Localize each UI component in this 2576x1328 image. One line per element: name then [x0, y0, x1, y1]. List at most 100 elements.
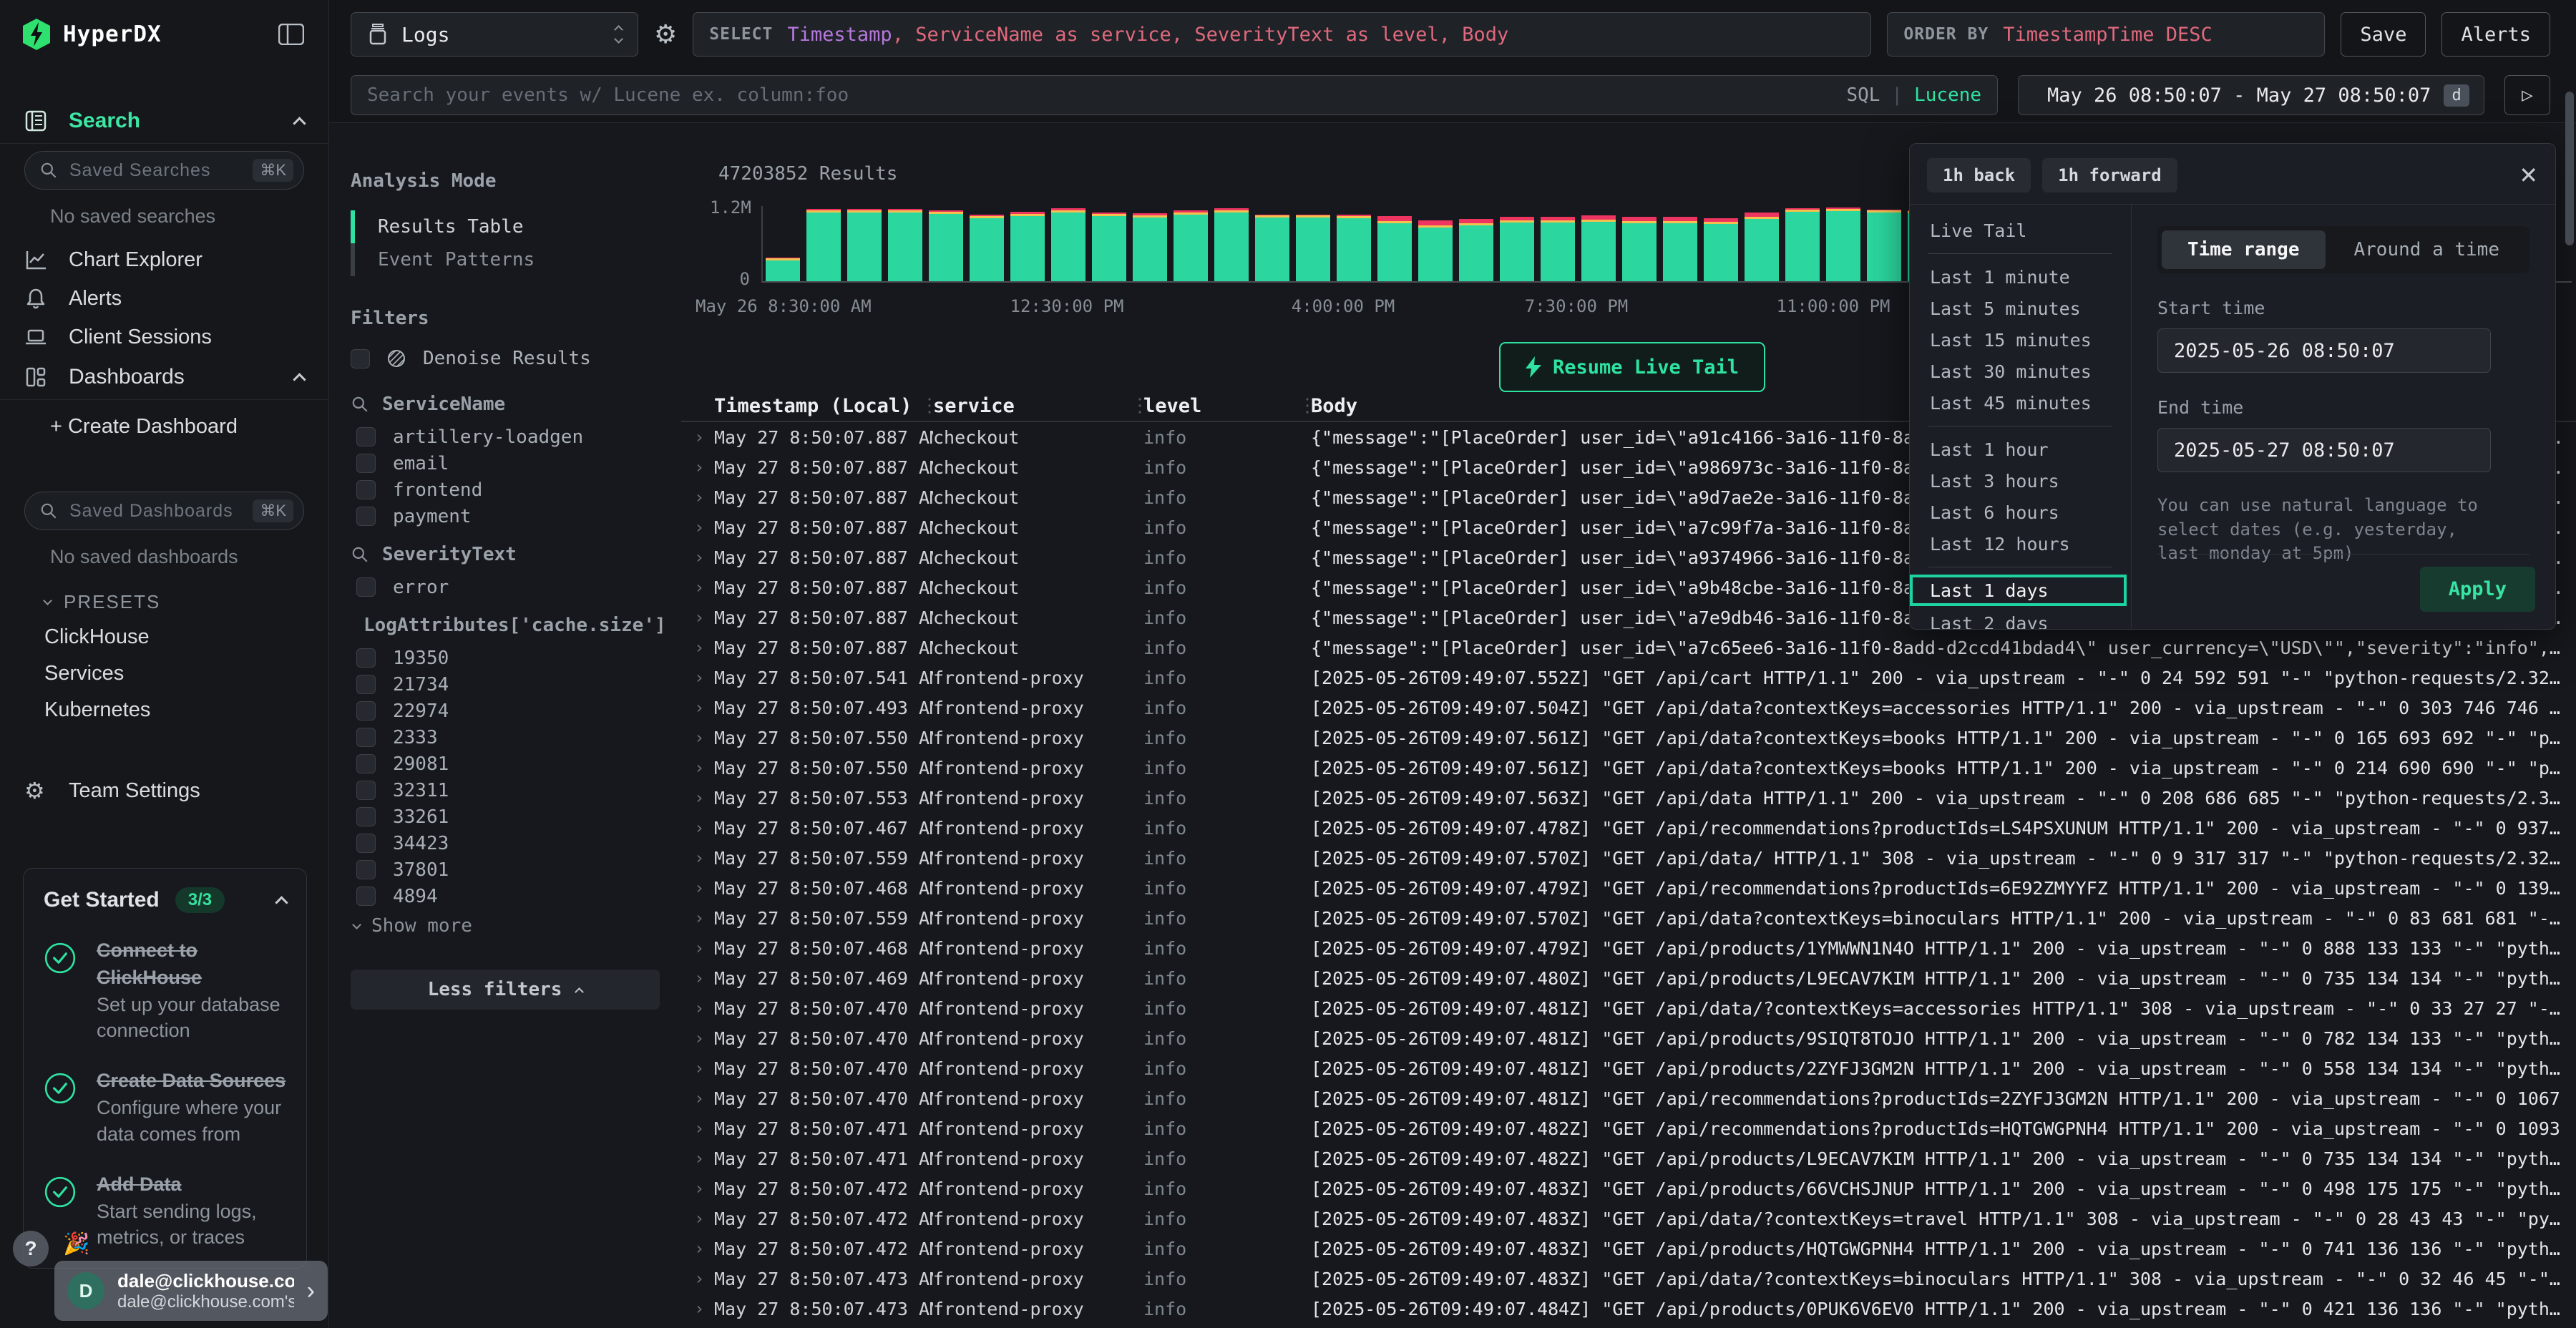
- log-row[interactable]: ›May 27 8:50:07.471 AMfrontend-proxyinfo…: [681, 1113, 2576, 1143]
- tab-event-patterns[interactable]: Event Patterns: [351, 243, 660, 276]
- resume-live-tail-button[interactable]: Resume Live Tail: [1499, 342, 1765, 392]
- log-row[interactable]: ›May 27 8:50:07.470 AMfrontend-proxyinfo…: [681, 1053, 2576, 1083]
- end-time-input[interactable]: 2025-05-27 08:50:07: [2157, 428, 2491, 472]
- row-expand-icon[interactable]: ›: [681, 788, 714, 808]
- row-expand-icon[interactable]: ›: [681, 1239, 714, 1259]
- log-row[interactable]: ›May 27 8:50:07.473 AMfrontend-proxyinfo…: [681, 1324, 2576, 1328]
- row-expand-icon[interactable]: ›: [681, 1299, 714, 1319]
- row-expand-icon[interactable]: ›: [681, 1058, 714, 1078]
- row-expand-icon[interactable]: ›: [681, 1209, 714, 1229]
- row-expand-icon[interactable]: ›: [681, 908, 714, 928]
- row-expand-icon[interactable]: ›: [681, 728, 714, 748]
- log-row[interactable]: ›May 27 8:50:07.472 AMfrontend-proxyinfo…: [681, 1173, 2576, 1204]
- sql-toggle[interactable]: SQL: [1846, 84, 1880, 106]
- source-settings-gear-icon[interactable]: ⚙: [654, 20, 677, 49]
- chevron-up-icon[interactable]: [275, 896, 288, 909]
- log-row[interactable]: ›May 27 8:50:07.468 AMfrontend-proxyinfo…: [681, 873, 2576, 903]
- checkbox[interactable]: [356, 480, 376, 499]
- row-expand-icon[interactable]: ›: [681, 698, 714, 718]
- row-expand-icon[interactable]: ›: [681, 878, 714, 898]
- histogram-bar[interactable]: [1214, 208, 1249, 281]
- sidebar-item-alerts[interactable]: Alerts: [0, 279, 328, 318]
- chevron-up-icon[interactable]: [293, 117, 306, 130]
- histogram-bar[interactable]: [1500, 217, 1534, 281]
- lucene-toggle[interactable]: Lucene: [1914, 84, 1981, 106]
- log-row[interactable]: ›May 27 8:50:07.553 AMfrontend-proxyinfo…: [681, 783, 2576, 813]
- alerts-button[interactable]: Alerts: [2441, 12, 2550, 57]
- filter-value-row[interactable]: payment: [351, 503, 660, 529]
- histogram-bar[interactable]: [1867, 210, 1901, 281]
- row-expand-icon[interactable]: ›: [681, 1028, 714, 1048]
- histogram-bar[interactable]: [1622, 217, 1657, 281]
- checkbox[interactable]: [356, 648, 376, 668]
- row-expand-icon[interactable]: ›: [681, 1269, 714, 1289]
- filter-value-row[interactable]: email: [351, 450, 660, 477]
- row-expand-icon[interactable]: ›: [681, 848, 714, 868]
- filter-value-row[interactable]: 34423: [351, 830, 660, 856]
- time-preset-last-6-hours[interactable]: Last 6 hours: [1910, 497, 2131, 528]
- get-started-item[interactable]: Connect to ClickHouseSet up your databas…: [44, 937, 286, 1043]
- histogram-bar[interactable]: [929, 210, 963, 281]
- row-expand-icon[interactable]: ›: [681, 1148, 714, 1168]
- log-row[interactable]: ›May 27 8:50:07.472 AMfrontend-proxyinfo…: [681, 1234, 2576, 1264]
- tab-results-table[interactable]: Results Table: [351, 210, 660, 243]
- histogram-bar[interactable]: [1745, 213, 1779, 281]
- run-query-button[interactable]: ▷: [2504, 75, 2550, 115]
- preset-item-services[interactable]: Services: [0, 655, 328, 692]
- histogram-bar[interactable]: [1092, 213, 1126, 281]
- histogram-bar[interactable]: [1581, 215, 1616, 281]
- saved-dashboards-input[interactable]: Saved Dashboards ⌘K: [24, 492, 304, 530]
- time-preset-last-15-minutes[interactable]: Last 15 minutes: [1910, 324, 2131, 356]
- tab-around-a-time[interactable]: Around a time: [2328, 230, 2526, 269]
- log-row[interactable]: ›May 27 8:50:07.470 AMfrontend-proxyinfo…: [681, 1083, 2576, 1113]
- histogram-bar[interactable]: [1255, 215, 1289, 281]
- log-row[interactable]: ›May 27 8:50:07.550 AMfrontend-proxyinfo…: [681, 753, 2576, 783]
- histogram-bar[interactable]: [1133, 213, 1167, 281]
- histogram-bar[interactable]: [1174, 210, 1208, 281]
- chevron-up-icon[interactable]: [293, 373, 306, 386]
- row-expand-icon[interactable]: ›: [681, 1118, 714, 1138]
- column-header-level[interactable]: level: [1143, 395, 1311, 417]
- show-more-button[interactable]: Show more: [351, 909, 660, 937]
- filter-value-row[interactable]: artillery-loadgen: [351, 424, 660, 450]
- sidebar-item-search[interactable]: Search: [0, 100, 328, 142]
- preset-item-kubernetes[interactable]: Kubernetes: [0, 692, 328, 728]
- row-expand-icon[interactable]: ›: [681, 758, 714, 778]
- row-expand-icon[interactable]: ›: [681, 1088, 714, 1108]
- log-row[interactable]: ›May 27 8:50:07.493 AMfrontend-proxyinfo…: [681, 693, 2576, 723]
- histogram-bar[interactable]: [1459, 219, 1493, 281]
- log-row[interactable]: ›May 27 8:50:07.467 AMfrontend-proxyinfo…: [681, 813, 2576, 843]
- sidebar-collapse-icon[interactable]: [275, 20, 307, 49]
- log-row[interactable]: ›May 27 8:50:07.541 AMfrontend-proxyinfo…: [681, 663, 2576, 693]
- filter-value-row[interactable]: 32311: [351, 777, 660, 804]
- sidebar-item-team-settings[interactable]: ⚙ Team Settings: [0, 771, 328, 810]
- checkbox[interactable]: [356, 701, 376, 721]
- checkbox[interactable]: [356, 454, 376, 473]
- row-expand-icon[interactable]: ›: [681, 487, 714, 507]
- saved-searches-input[interactable]: Saved Searches ⌘K: [24, 151, 304, 190]
- filter-value-row[interactable]: 4894: [351, 883, 660, 909]
- filter-value-row[interactable]: 22974: [351, 698, 660, 724]
- histogram-bar[interactable]: [1296, 215, 1330, 281]
- filter-value-row[interactable]: 21734: [351, 671, 660, 698]
- histogram-bar[interactable]: [970, 215, 1004, 281]
- forward-1h-button[interactable]: 1h forward: [2042, 158, 2177, 192]
- checkbox[interactable]: [356, 507, 376, 526]
- user-account-chip[interactable]: D dale@clickhouse.com dale@clickhouse.co…: [54, 1261, 328, 1321]
- help-button[interactable]: ?: [13, 1231, 49, 1266]
- search-input[interactable]: Search your events w/ Lucene ex. column:…: [351, 75, 1998, 115]
- filter-value-row[interactable]: frontend: [351, 477, 660, 503]
- checkbox[interactable]: [356, 754, 376, 773]
- histogram-bar[interactable]: [1377, 216, 1412, 281]
- get-started-item[interactable]: Create Data SourcesConfigure where your …: [44, 1068, 286, 1147]
- log-row[interactable]: ›May 27 8:50:07.468 AMfrontend-proxyinfo…: [681, 933, 2576, 963]
- checkbox[interactable]: [356, 675, 376, 694]
- row-expand-icon[interactable]: ›: [681, 818, 714, 838]
- histogram-bar[interactable]: [1541, 217, 1575, 281]
- row-expand-icon[interactable]: ›: [681, 577, 714, 597]
- histogram-bar[interactable]: [888, 209, 922, 281]
- date-range-input[interactable]: May 26 08:50:07 - May 27 08:50:07 d: [2018, 75, 2484, 115]
- sidebar-item-dashboards[interactable]: Dashboards: [0, 356, 328, 398]
- column-resize-handle[interactable]: ⋮: [1298, 395, 1317, 416]
- histogram-bar[interactable]: [1704, 218, 1738, 281]
